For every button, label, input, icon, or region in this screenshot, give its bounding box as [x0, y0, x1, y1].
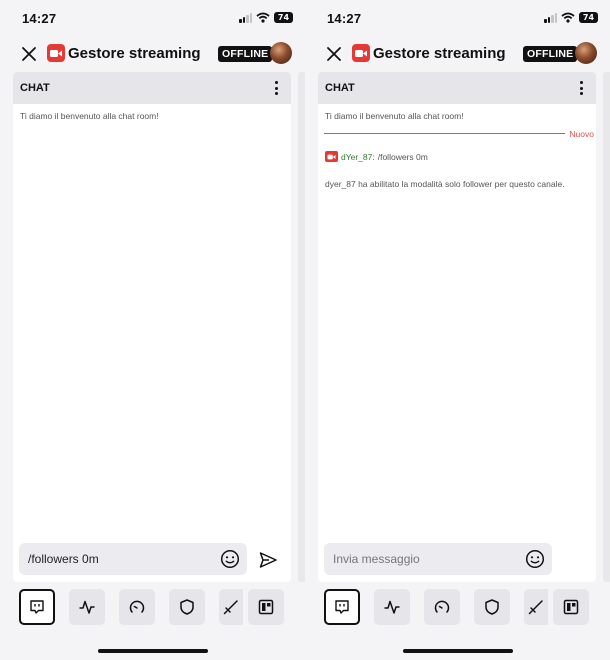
tool-stats[interactable]	[424, 589, 460, 625]
screen-left: 14:27 74 Gestore streaming OFFLINE CHAT	[0, 0, 305, 660]
status-icons: 74	[239, 12, 293, 23]
signal-icon	[239, 12, 252, 23]
activity-icon	[79, 600, 95, 614]
activity-icon	[384, 600, 400, 614]
signal-icon	[544, 12, 557, 23]
status-time: 14:27	[327, 11, 362, 26]
tool-stats[interactable]	[119, 589, 155, 625]
tool-chat[interactable]	[324, 589, 360, 625]
bottom-toolbar	[0, 589, 305, 627]
system-message: dyer_87 ha abilitato la modalità solo fo…	[325, 179, 565, 189]
battery-icon: 74	[274, 12, 293, 23]
message-input[interactable]: /followers 0m	[19, 543, 247, 575]
gauge-icon	[434, 600, 450, 613]
screen-right: 14:27 74 Gestore streaming OFFLINE CHAT	[305, 0, 610, 660]
status-time: 14:27	[22, 11, 57, 26]
tool-activity[interactable]	[69, 589, 105, 625]
chat-panel-header: CHAT	[318, 72, 596, 104]
chat-welcome-message: Ti diamo il benvenuto alla chat room!	[20, 111, 159, 121]
app-header: Gestore streaming OFFLINE	[305, 38, 610, 70]
tool-raid[interactable]	[219, 589, 243, 625]
next-panel-edge[interactable]	[603, 72, 610, 582]
message-input[interactable]: Invia messaggio	[324, 543, 552, 575]
chat-panel-title: CHAT	[20, 82, 50, 94]
avatar[interactable]	[575, 42, 597, 64]
next-panel-edge[interactable]	[298, 72, 305, 582]
chat-icon	[335, 600, 349, 614]
chat-welcome-message: Ti diamo il benvenuto alla chat room!	[325, 111, 464, 121]
chat-panel: CHAT Ti diamo il benvenuto alla chat roo…	[318, 72, 596, 582]
battery-icon: 74	[579, 12, 598, 23]
tool-chat[interactable]	[19, 589, 55, 625]
chat-username-separator: :	[372, 151, 375, 162]
tool-moderation[interactable]	[474, 589, 510, 625]
chat-panel: CHAT Ti diamo il benvenuto alla chat roo…	[13, 72, 291, 582]
quick-actions-icon	[258, 599, 274, 615]
avatar[interactable]	[270, 42, 292, 64]
close-icon[interactable]	[20, 45, 38, 63]
send-icon[interactable]	[258, 550, 278, 570]
status-badge: OFFLINE	[218, 46, 273, 62]
chat-panel-title: CHAT	[325, 82, 355, 94]
home-indicator[interactable]	[98, 649, 208, 653]
chat-icon	[30, 600, 44, 614]
tool-quick-actions[interactable]	[553, 589, 589, 625]
home-indicator[interactable]	[403, 649, 513, 653]
stream-manager-logo-icon	[352, 44, 370, 62]
broadcaster-badge-icon	[325, 151, 338, 162]
tool-activity[interactable]	[374, 589, 410, 625]
chat-message-text: /followers 0m	[377, 151, 428, 162]
status-bar: 14:27 74	[0, 0, 305, 36]
chat-message: dYer_87: /followers 0m	[325, 151, 428, 162]
message-input-value[interactable]: /followers 0m	[28, 552, 99, 566]
more-options-icon[interactable]	[271, 80, 281, 96]
emoji-icon[interactable]	[525, 549, 545, 569]
chat-panel-header: CHAT	[13, 72, 291, 104]
page-title: Gestore streaming	[373, 45, 506, 62]
page-title: Gestore streaming	[68, 45, 201, 62]
tool-raid[interactable]	[524, 589, 548, 625]
new-messages-label: Nuovo	[565, 129, 594, 139]
tool-quick-actions[interactable]	[248, 589, 284, 625]
quick-actions-icon	[563, 599, 579, 615]
stream-manager-logo-icon	[47, 44, 65, 62]
sword-icon	[223, 600, 238, 615]
tool-moderation[interactable]	[169, 589, 205, 625]
bottom-toolbar	[305, 589, 610, 627]
wifi-icon	[256, 12, 270, 23]
sword-icon	[528, 600, 543, 615]
shield-icon	[180, 599, 194, 615]
emoji-icon[interactable]	[220, 549, 240, 569]
new-messages-divider	[324, 133, 594, 134]
wifi-icon	[561, 12, 575, 23]
app-header: Gestore streaming OFFLINE	[0, 38, 305, 70]
gauge-icon	[129, 600, 145, 613]
chat-username[interactable]: dYer_87	[341, 152, 372, 162]
status-bar: 14:27 74	[305, 0, 610, 36]
shield-icon	[485, 599, 499, 615]
close-icon[interactable]	[325, 45, 343, 63]
status-icons: 74	[544, 12, 598, 23]
status-badge: OFFLINE	[523, 46, 578, 62]
message-input-placeholder[interactable]: Invia messaggio	[333, 552, 420, 566]
more-options-icon[interactable]	[576, 80, 586, 96]
